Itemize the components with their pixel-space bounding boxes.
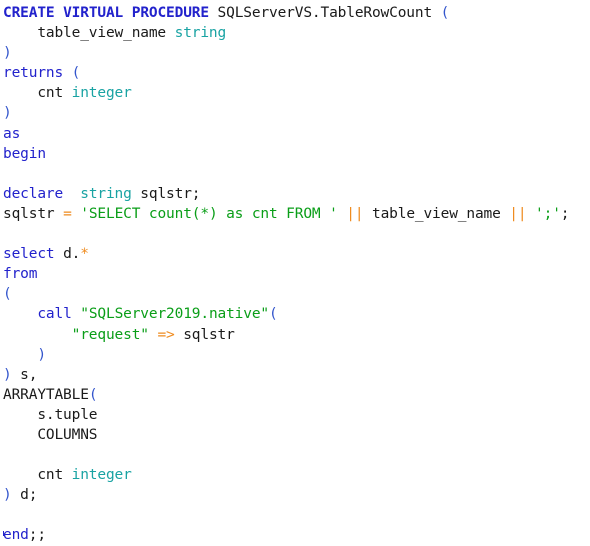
code-token: SQLServerVS.TableRowCount	[217, 5, 433, 21]
code-token: ARRAYTABLE	[3, 386, 89, 403]
code-line[interactable]: "request" => sqlstr	[0, 325, 590, 345]
code-token: as	[3, 125, 21, 142]
code-token: d.	[54, 246, 81, 263]
code-token: (	[88, 386, 98, 403]
code-line[interactable]: declare string sqlstr;	[0, 184, 590, 204]
code-token: PROCEDURE	[131, 5, 209, 21]
code-token: string	[174, 25, 227, 42]
code-token: d;	[11, 487, 38, 504]
code-token: 'SELECT count(*) as cnt FROM '	[80, 205, 338, 222]
code-token: sqlstr;	[131, 185, 201, 202]
code-editor-pane[interactable]: CREATE VIRTUAL PROCEDURE SQLServerVS.Tab…	[0, 3, 590, 543]
code-line[interactable]: ) s,	[0, 365, 590, 385]
code-token: VIRTUAL	[63, 5, 124, 21]
code-line[interactable]	[0, 505, 590, 525]
code-line[interactable]: )	[0, 345, 590, 365]
code-line[interactable]: CREATE VIRTUAL PROCEDURE SQLServerVS.Tab…	[0, 3, 590, 23]
code-token: begin	[3, 145, 46, 162]
code-token: (	[3, 286, 12, 303]
code-line[interactable]: from	[0, 264, 590, 284]
code-token: returns	[3, 65, 64, 82]
code-line[interactable]: s.tuple	[0, 405, 590, 425]
code-line[interactable]: cnt integer	[0, 83, 590, 103]
code-line[interactable]: call "SQLServer2019.native"(	[0, 304, 590, 324]
code-token: sqlstr	[174, 326, 235, 343]
code-token: table_view_name	[3, 25, 175, 42]
code-line[interactable]: begin	[0, 144, 590, 164]
code-token: )	[3, 487, 12, 504]
code-token: )	[3, 366, 12, 383]
code-token: table_view_name	[363, 205, 510, 222]
code-line[interactable]: ARRAYTABLE(	[0, 385, 590, 405]
code-text-area[interactable]: CREATE VIRTUAL PROCEDURE SQLServerVS.Tab…	[0, 3, 590, 546]
code-token: CREATE	[3, 5, 55, 21]
code-token: ||	[346, 205, 364, 222]
code-token: =>	[157, 326, 175, 343]
code-token: )	[3, 105, 12, 122]
code-token: s,	[11, 366, 38, 383]
code-token: s.tuple	[3, 406, 98, 423]
code-line[interactable]: COLUMNS	[0, 425, 590, 445]
code-token: from	[3, 266, 38, 283]
code-token: call	[37, 306, 72, 323]
code-line[interactable]: cnt integer	[0, 465, 590, 485]
code-token: (	[71, 65, 81, 82]
code-line[interactable]: returns (	[0, 63, 590, 83]
code-token: )	[3, 45, 12, 62]
code-token: ||	[509, 205, 527, 222]
code-token: end	[3, 527, 29, 544]
code-token: ;	[560, 205, 570, 222]
code-token: select	[3, 246, 55, 263]
code-token: integer	[71, 467, 132, 484]
code-token: cnt	[3, 85, 72, 102]
code-token: ';'	[535, 205, 561, 222]
code-token: *	[80, 246, 89, 263]
code-token: (	[269, 306, 278, 323]
code-token: string	[80, 185, 132, 202]
code-token: cnt	[3, 467, 72, 484]
code-line[interactable]	[0, 164, 590, 184]
code-line[interactable]	[0, 224, 590, 244]
code-token: ;;	[28, 527, 46, 544]
code-line[interactable]: )	[0, 43, 590, 63]
code-line[interactable]: ) d;	[0, 485, 590, 505]
code-token: integer	[71, 85, 132, 102]
code-line[interactable]: select d.*	[0, 244, 590, 264]
code-line[interactable]: as	[0, 124, 590, 144]
code-token: =	[63, 205, 72, 222]
code-line[interactable]: )	[0, 103, 590, 123]
code-line[interactable]: (	[0, 284, 590, 304]
code-token: declare	[3, 185, 64, 202]
code-line[interactable]: sqlstr = 'SELECT count(*) as cnt FROM ' …	[0, 204, 590, 224]
code-token: "request"	[71, 326, 149, 343]
code-line[interactable]	[0, 445, 590, 465]
code-token: "SQLServer2019.native"	[80, 306, 270, 323]
code-token: sqlstr	[3, 205, 64, 222]
code-token: COLUMNS	[3, 426, 98, 443]
code-token: )	[37, 346, 46, 363]
code-token: (	[440, 5, 450, 21]
code-line[interactable]: table_view_name string	[0, 23, 590, 43]
code-line[interactable]: end;;	[0, 525, 590, 545]
